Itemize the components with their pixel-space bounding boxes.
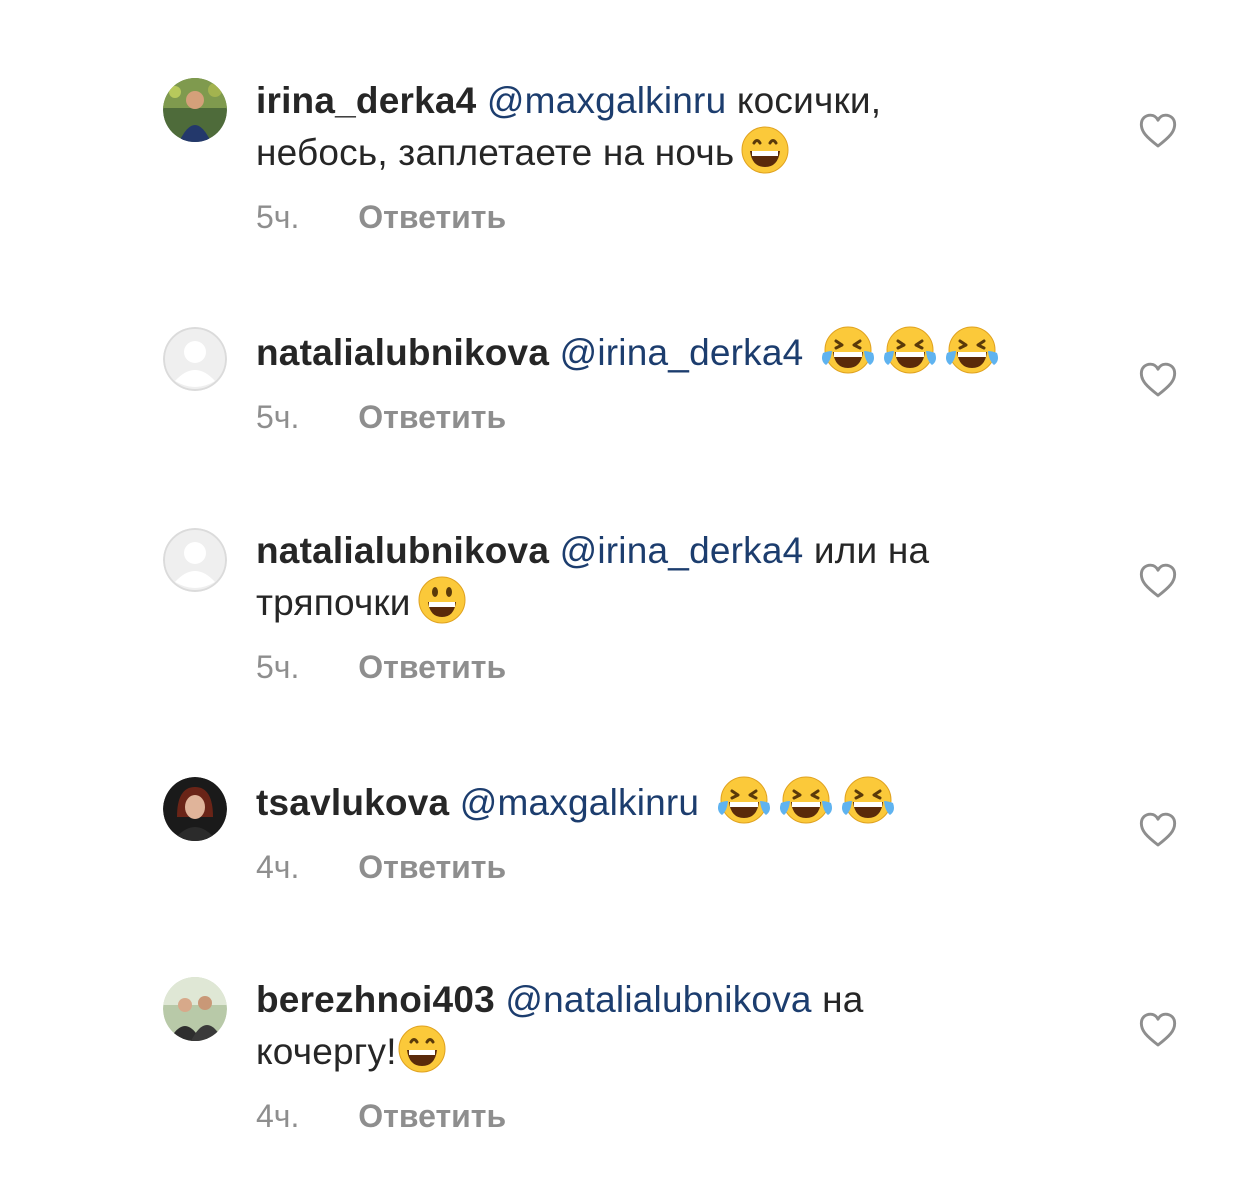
comment-text-part: на	[822, 979, 864, 1020]
comment-mention[interactable]: @irina_derka4	[560, 530, 804, 571]
comment-time: 5ч.	[256, 399, 300, 435]
comment-body: natalialubnikova @irina_derka4 5ч. Ответ…	[256, 325, 1116, 437]
comment-time: 4ч.	[256, 849, 300, 885]
tears-of-joy-emoji-icon	[882, 325, 938, 375]
grinning-face-emoji-icon	[417, 575, 467, 625]
avatar[interactable]	[163, 977, 227, 1041]
avatar[interactable]	[163, 777, 227, 841]
comment-text: berezhnoi403 @natalialubnikova на кочерг…	[256, 975, 1116, 1076]
comment-username[interactable]: natalialubnikova	[256, 332, 549, 373]
comment-mention[interactable]: @irina_derka4	[560, 332, 804, 373]
comment-time: 4ч.	[256, 1098, 300, 1134]
grinning-smile-emoji-icon	[740, 125, 790, 175]
tears-of-joy-emoji-icon	[944, 325, 1000, 375]
avatar-photo-icon	[163, 977, 227, 1041]
tears-of-joy-emoji-icon	[716, 775, 772, 825]
comment-time: 5ч.	[256, 649, 300, 685]
avatar-photo-icon	[163, 78, 227, 142]
comment-text: natalialubnikova @irina_derka4	[256, 325, 1116, 377]
tears-of-joy-emoji-icon	[778, 775, 834, 825]
comment-text: tsavlukova @maxgalkinru	[256, 775, 1116, 827]
like-heart-icon[interactable]	[1138, 1010, 1178, 1050]
grinning-smile-emoji-icon	[397, 1024, 447, 1074]
reply-button[interactable]: Ответить	[358, 1098, 506, 1134]
like-heart-icon[interactable]	[1138, 810, 1178, 850]
comment-text-part: небось, заплетаете на ночь	[256, 132, 735, 173]
comment-time: 5ч.	[256, 199, 300, 235]
comment-username[interactable]: berezhnoi403	[256, 979, 495, 1020]
comment-body: berezhnoi403 @natalialubnikova на кочерг…	[256, 975, 1116, 1136]
reply-button[interactable]: Ответить	[358, 199, 506, 235]
comment-text-part: тряпочки	[256, 582, 411, 623]
avatar[interactable]	[163, 528, 227, 592]
comment-username[interactable]: tsavlukova	[256, 782, 449, 823]
reply-button[interactable]: Ответить	[358, 649, 506, 685]
comment-body: irina_derka4 @maxgalkinru косички, небос…	[256, 76, 1116, 237]
comment-text-part: или на	[813, 530, 930, 571]
comment-text-part: косички,	[736, 80, 882, 121]
comment-meta: 5ч. Ответить	[256, 397, 1116, 437]
comment-body: natalialubnikova @irina_derka4 или на тр…	[256, 526, 1116, 687]
like-heart-icon[interactable]	[1138, 111, 1178, 151]
default-avatar-icon	[163, 528, 227, 592]
comment-username[interactable]: natalialubnikova	[256, 530, 549, 571]
comment-mention[interactable]: @maxgalkinru	[460, 782, 699, 823]
comment-meta: 4ч. Ответить	[256, 1096, 1116, 1136]
comment-text-part: кочергу!	[256, 1031, 397, 1072]
comment-username[interactable]: irina_derka4	[256, 80, 476, 121]
avatar-photo-icon	[163, 777, 227, 841]
default-avatar-icon	[163, 327, 227, 391]
tears-of-joy-emoji-icon	[840, 775, 896, 825]
comment-meta: 5ч. Ответить	[256, 197, 1116, 237]
tears-of-joy-emoji-icon	[820, 325, 876, 375]
comment-body: tsavlukova @maxgalkinru 4ч. Ответить	[256, 775, 1116, 887]
comment-text: irina_derka4 @maxgalkinru косички, небос…	[256, 76, 1116, 177]
reply-button[interactable]: Ответить	[358, 399, 506, 435]
comment-text: natalialubnikova @irina_derka4 или на тр…	[256, 526, 1116, 627]
like-heart-icon[interactable]	[1138, 360, 1178, 400]
avatar[interactable]	[163, 78, 227, 142]
comment-mention[interactable]: @natalialubnikova	[505, 979, 811, 1020]
reply-button[interactable]: Ответить	[358, 849, 506, 885]
comment-mention[interactable]: @maxgalkinru	[487, 80, 726, 121]
comment-meta: 4ч. Ответить	[256, 847, 1116, 887]
avatar[interactable]	[163, 327, 227, 391]
like-heart-icon[interactable]	[1138, 561, 1178, 601]
comment-meta: 5ч. Ответить	[256, 647, 1116, 687]
